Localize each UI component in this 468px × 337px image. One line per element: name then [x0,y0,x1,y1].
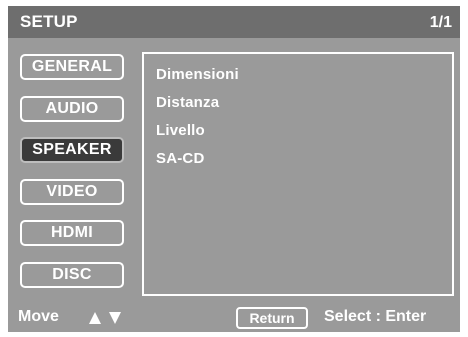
header-bar: SETUP 1/1 [8,6,460,38]
return-button[interactable]: Return [236,307,308,329]
option-distanza[interactable]: Distanza [156,94,219,111]
option-sa-cd[interactable]: SA-CD [156,150,205,167]
triangle-up-icon [89,312,101,324]
option-livello[interactable]: Livello [156,122,205,139]
option-dimensioni[interactable]: Dimensioni [156,66,239,83]
menu-item-disc[interactable]: DISC [20,262,124,288]
page-indicator: 1/1 [429,14,452,31]
menu-item-audio[interactable]: AUDIO [20,96,124,122]
triangle-down-icon [109,312,121,324]
menu-item-video[interactable]: VIDEO [20,179,124,205]
setup-screen: SETUP 1/1 GENERAL AUDIO SPEAKER VIDEO HD… [8,6,460,332]
move-label: Move [18,308,59,325]
menu-item-speaker[interactable]: SPEAKER [20,137,124,163]
select-enter-hint: Select : Enter [324,308,427,325]
menu-item-hdmi[interactable]: HDMI [20,220,124,246]
speaker-options-panel: Dimensioni Distanza Livello SA-CD [142,52,454,296]
menu-item-general[interactable]: GENERAL [20,54,124,80]
page-title: SETUP [20,12,78,31]
